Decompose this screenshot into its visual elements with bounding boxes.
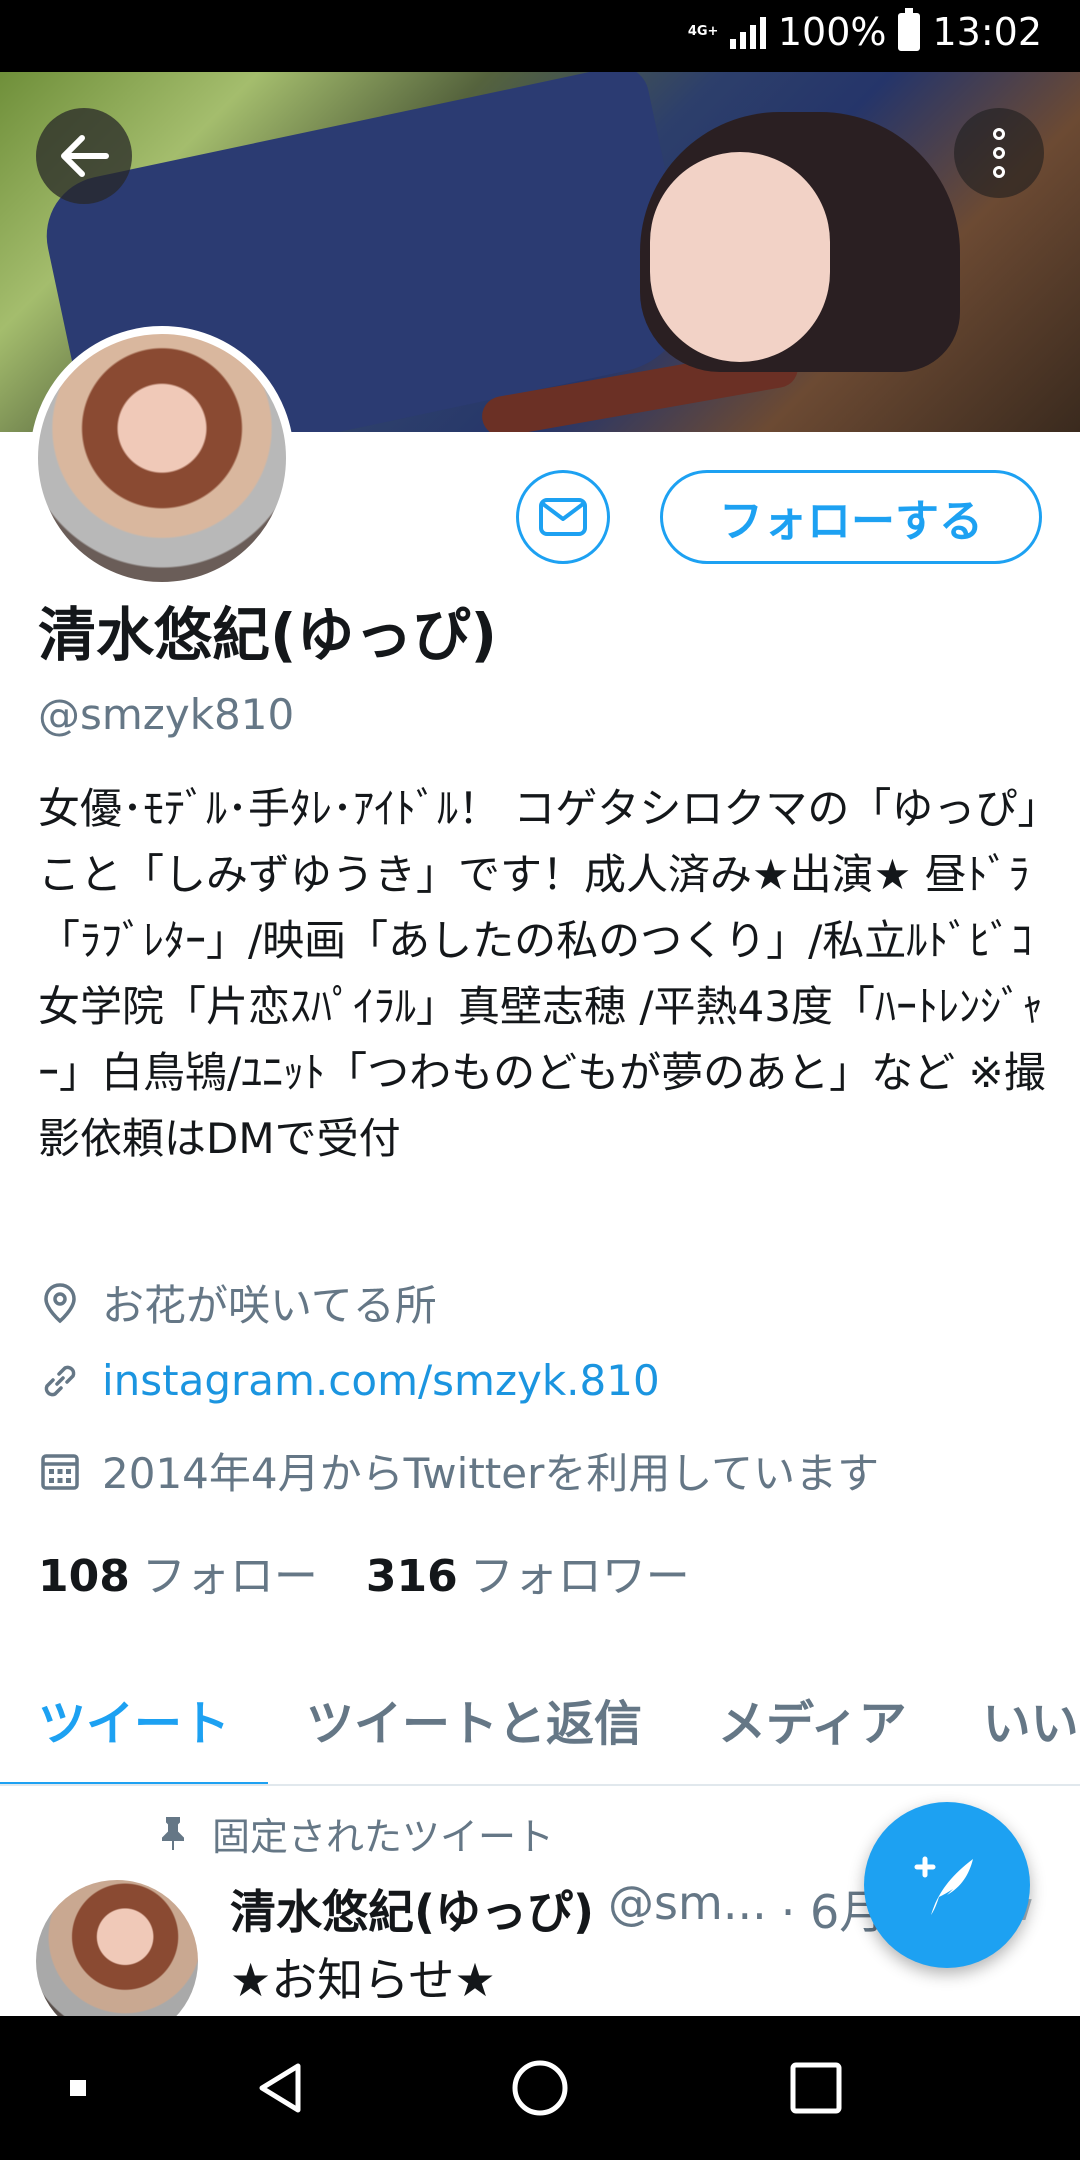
- tab-tweets[interactable]: ツイート: [0, 1660, 269, 1784]
- profile-name: 清水悠紀(ゆっぴ): [38, 601, 498, 669]
- circle-home-icon: [512, 2060, 568, 2116]
- calendar-icon: [38, 1449, 82, 1493]
- system-nav-bar: [0, 2016, 1080, 2160]
- profile-location: お花が咲いてる所: [38, 1272, 437, 1333]
- compose-tweet-icon: [914, 1856, 973, 1915]
- profile-avatar[interactable]: [30, 326, 294, 590]
- website-link[interactable]: instagram.com/smzyk.810: [102, 1356, 660, 1405]
- tab-tweets-replies[interactable]: ツイートと返信: [268, 1660, 680, 1784]
- nav-home-button[interactable]: [490, 2016, 590, 2160]
- nav-overview-button[interactable]: [766, 2016, 866, 2160]
- signal-icon: [729, 15, 766, 49]
- profile-joined: 2014年4月からTwitterを利用しています: [38, 1440, 879, 1501]
- pin-icon: [162, 1816, 184, 1850]
- tab-likes[interactable]: いいね: [945, 1660, 1080, 1784]
- tweet-header: 清水悠紀(ゆっぴ) @sm... · 6月: [230, 1876, 885, 1942]
- follow-counts: 108 フォロー 316 フォロワー: [38, 1540, 690, 1604]
- square-overview-icon: [790, 2062, 842, 2114]
- status-bar: 4G+ 100% 13:02: [0, 0, 1080, 72]
- profile-handle: @smzyk810: [38, 690, 295, 739]
- nav-back-button[interactable]: [230, 2016, 330, 2160]
- clock: 13:02: [932, 10, 1042, 54]
- arrow-left-icon: [61, 135, 109, 177]
- joined-text: 2014年4月からTwitterを利用しています: [102, 1449, 880, 1498]
- tweet-text: ★お知らせ★: [230, 1953, 496, 2007]
- compose-tweet-button[interactable]: [864, 1802, 1030, 1968]
- more-vertical-icon: [993, 128, 1005, 178]
- profile-tabs: ツイート ツイートと返信 メディア いいね: [0, 1660, 1080, 1786]
- tweet-author-name: 清水悠紀(ゆっぴ): [230, 1885, 595, 1939]
- recent-apps-indicator: [54, 2016, 102, 2160]
- followers-link[interactable]: 316 フォロワー: [366, 1540, 690, 1604]
- triangle-back-icon: [259, 2063, 301, 2113]
- battery-icon: [898, 8, 921, 51]
- more-options-button[interactable]: [954, 108, 1044, 198]
- tab-media[interactable]: メディア: [680, 1660, 945, 1784]
- tweet-author-handle: @sm...: [608, 1876, 767, 1930]
- envelope-icon: [539, 498, 587, 536]
- following-link[interactable]: 108 フォロー: [38, 1540, 318, 1604]
- location-text: お花が咲いてる所: [102, 1281, 437, 1330]
- link-icon: [38, 1359, 82, 1403]
- profile-bio: 女優･ﾓﾃﾞﾙ･手ﾀﾚ･ｱｲﾄﾞﾙ！ コゲタシロクマの「ゆっぴ」こと「しみずゆう…: [38, 784, 1046, 1163]
- map-pin-icon: [38, 1281, 82, 1325]
- network-type: 4G+: [687, 24, 719, 39]
- follow-button[interactable]: フォローする: [660, 470, 1042, 564]
- back-button[interactable]: [36, 108, 132, 204]
- pinned-tweet-label: 固定されたツイート: [160, 1806, 554, 1861]
- direct-message-button[interactable]: [516, 470, 610, 564]
- profile-website[interactable]: instagram.com/smzyk.810: [38, 1356, 660, 1405]
- battery-percent: 100%: [777, 10, 887, 54]
